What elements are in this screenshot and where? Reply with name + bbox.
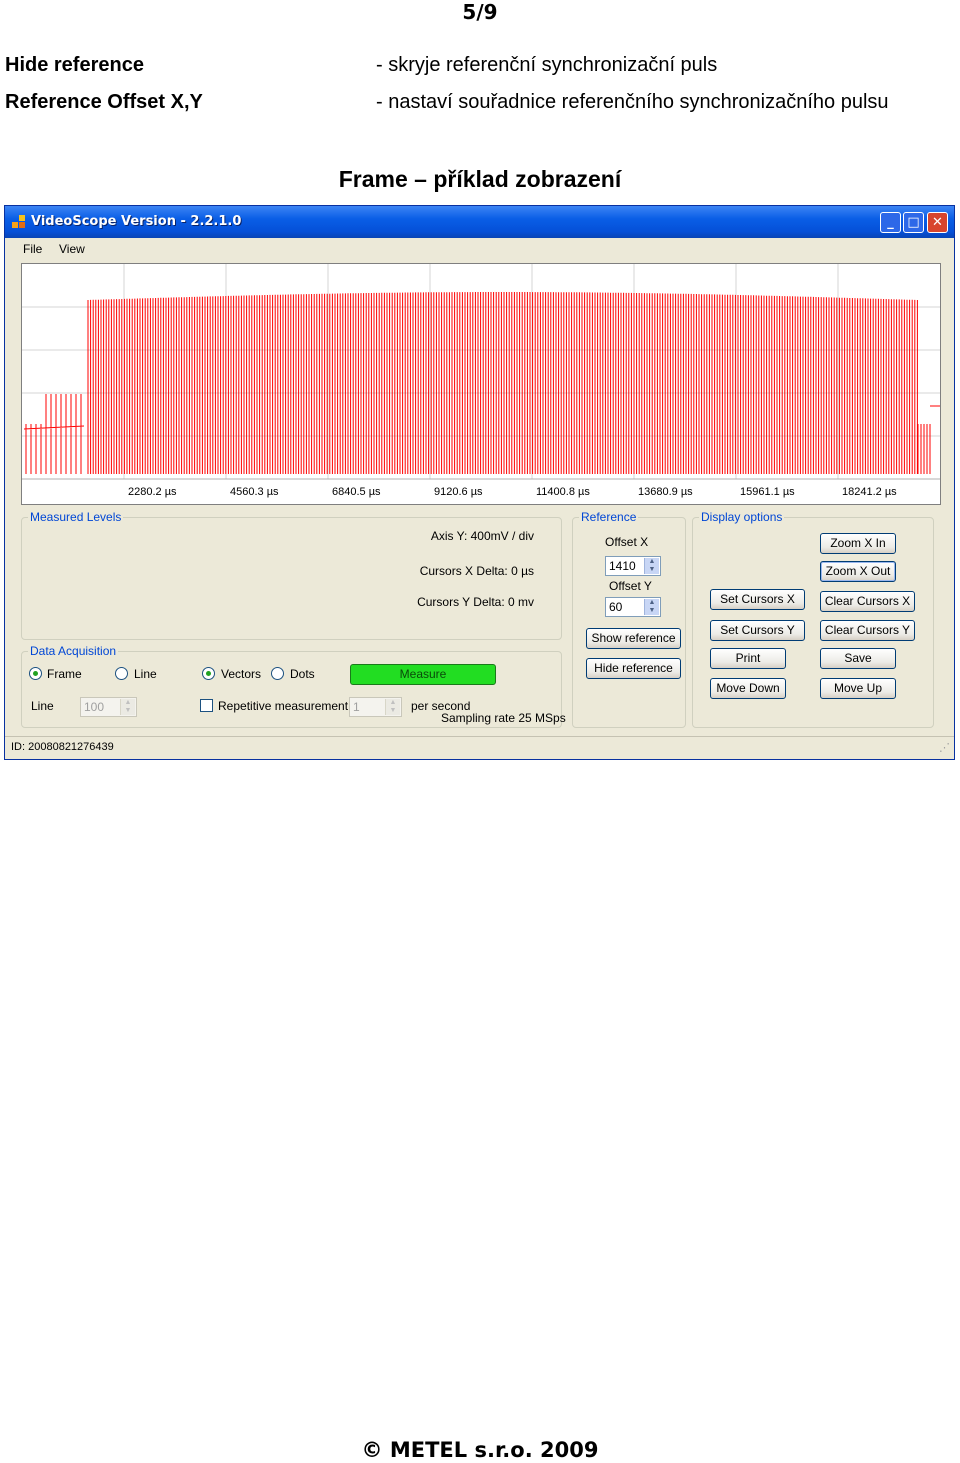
menu-bar: File View	[5, 238, 954, 260]
x-tick-label: 11400.8 µs	[536, 486, 590, 498]
videoscope-window: VideoScope Version - 2.2.1.0 _ □ ✕ File …	[4, 205, 955, 760]
zoom-x-out-button[interactable]: Zoom X Out	[820, 561, 896, 582]
line-number-stepper[interactable]: 100 ▲ ▼	[80, 697, 137, 717]
offset-y-label: Offset Y	[609, 579, 652, 593]
resize-grip-icon[interactable]: ⋰	[939, 741, 950, 754]
data-acquisition-group: Data Acquisition Frame Line Vectors Dots…	[21, 644, 566, 728]
desc-hide-reference: - skryje referenční synchronizační puls	[376, 54, 718, 76]
term-hide-reference: Hide reference	[5, 54, 144, 76]
offset-x-label: Offset X	[605, 535, 649, 549]
minimize-icon[interactable]: _	[880, 212, 901, 233]
page-number: 5/9	[462, 0, 498, 24]
clear-cursors-y-button[interactable]: Clear Cursors Y	[820, 620, 915, 641]
offset-y-stepper[interactable]: 60 ▲ ▼	[605, 597, 661, 617]
term-reference-offset: Reference Offset X,Y	[5, 91, 203, 113]
move-up-button[interactable]: Move Up	[820, 678, 896, 699]
show-reference-button[interactable]: Show reference	[586, 628, 681, 649]
save-button[interactable]: Save	[820, 648, 896, 669]
vectors-label: Vectors	[221, 667, 262, 681]
frame-radio[interactable]	[29, 667, 42, 680]
measure-button[interactable]: Measure	[350, 664, 496, 685]
line-radio[interactable]	[115, 667, 128, 680]
waveform-canvas: 2280.2 µs 4560.3 µs 6840.5 µs 9120.6 µs 1140…	[22, 264, 940, 498]
vectors-radio[interactable]	[202, 667, 215, 680]
x-tick-label: 6840.5 µs	[332, 486, 381, 498]
repetitive-label: Repetitive measurement	[218, 699, 349, 713]
reference-group: Reference Offset X 1410 ▲ ▼ Offset Y 60 ▲ ▼ …	[572, 510, 686, 728]
measured-levels-label: Measured Levels	[28, 510, 124, 524]
x-tick-label: 15961.1 µs	[740, 486, 795, 498]
x-tick-label: 13680.9 µs	[638, 486, 693, 498]
x-tick-label: 2280.2 µs	[128, 486, 177, 498]
set-cursors-x-button[interactable]: Set Cursors X	[710, 589, 805, 610]
dots-label: Dots	[290, 667, 315, 681]
reference-label: Reference	[579, 510, 639, 524]
line-radio-label: Line	[134, 667, 157, 681]
sampling-rate: Sampling rate 25 MSps	[441, 711, 566, 725]
zoom-x-in-button[interactable]: Zoom X In	[820, 533, 896, 554]
x-tick-label: 18241.2 µs	[842, 486, 897, 498]
cursors-x-delta: Cursors X Delta: 0 µs	[419, 564, 534, 578]
clear-cursors-x-button[interactable]: Clear Cursors X	[820, 591, 915, 612]
hide-reference-button[interactable]: Hide reference	[586, 658, 681, 679]
close-icon[interactable]: ✕	[927, 212, 948, 233]
print-button[interactable]: Print	[710, 648, 786, 669]
status-bar: ID: 20080821276439 ⋰	[5, 736, 954, 759]
data-acquisition-label: Data Acquisition	[28, 644, 119, 658]
x-tick-label: 9120.6 µs	[434, 486, 483, 498]
figure-caption: Frame – příklad zobrazení	[338, 166, 622, 192]
menu-file[interactable]: File	[23, 242, 42, 256]
menu-view[interactable]: View	[59, 242, 85, 256]
cursors-y-delta: Cursors Y Delta: 0 mv	[417, 595, 534, 609]
line-number-label: Line	[31, 699, 54, 713]
move-down-button[interactable]: Move Down	[710, 678, 786, 699]
set-cursors-y-button[interactable]: Set Cursors Y	[710, 620, 805, 641]
app-icon	[12, 215, 26, 229]
title-bar[interactable]: VideoScope Version - 2.2.1.0 _ □ ✕	[5, 206, 954, 238]
signal-trace	[23, 292, 940, 474]
desc-reference-offset: - nastaví souřadnice referenčního synchr…	[376, 91, 889, 113]
footer-copyright: © METEL s.r.o. 2009	[361, 1438, 599, 1462]
status-id: ID: 20080821276439	[11, 741, 114, 753]
display-options-group: Display options Zoom X In Zoom X Out Set…	[692, 510, 934, 728]
window-title: VideoScope Version - 2.2.1.0	[31, 214, 242, 229]
waveform-plot[interactable]: 2280.2 µs 4560.3 µs 6840.5 µs 9120.6 µs 1140…	[21, 263, 941, 505]
dots-radio[interactable]	[271, 667, 284, 680]
x-tick-label: 4560.3 µs	[230, 486, 279, 498]
repetitive-checkbox[interactable]	[200, 699, 213, 712]
offset-x-stepper[interactable]: 1410 ▲ ▼	[605, 556, 661, 576]
repetition-rate-stepper[interactable]: 1 ▲ ▼	[349, 697, 402, 717]
maximize-icon[interactable]: □	[903, 212, 924, 233]
display-options-label: Display options	[699, 510, 785, 524]
measured-levels-group: Measured Levels Axis Y: 400mV / div Curs…	[21, 510, 562, 640]
axis-y-readout: Axis Y: 400mV / div	[430, 529, 534, 543]
frame-label: Frame	[47, 667, 82, 681]
